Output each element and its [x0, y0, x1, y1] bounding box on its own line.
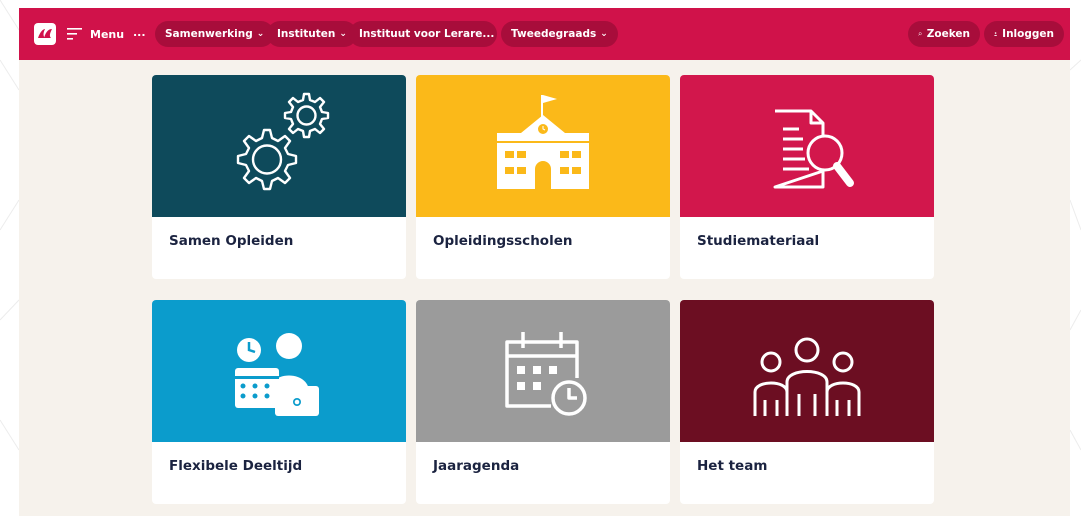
- tile-label: Het team: [697, 458, 768, 474]
- tile-image: [680, 75, 934, 217]
- breadcrumb-label: Tweedegraads: [511, 28, 597, 40]
- breadcrumb-samenwerking[interactable]: Samenwerking ⌄: [155, 21, 275, 47]
- tile-label: Flexibele Deeltijd: [169, 458, 303, 474]
- calendar-clock-icon: [505, 332, 587, 416]
- tile-label: Jaaragenda: [433, 458, 520, 474]
- tile-image: [680, 300, 934, 442]
- tile-het-team[interactable]: Het team: [680, 300, 934, 504]
- search-icon: [918, 32, 922, 36]
- breadcrumb-label: Samenwerking: [165, 28, 253, 40]
- tile-image: [416, 75, 670, 217]
- school-building-icon: [497, 95, 589, 189]
- user-icon: [994, 32, 998, 36]
- tile-image: [416, 300, 670, 442]
- login-button[interactable]: Inloggen: [984, 21, 1064, 47]
- breadcrumb-tweedegraads[interactable]: Tweedegraads ⌄: [501, 21, 618, 47]
- tile-label: Opleidingsscholen: [433, 233, 573, 249]
- tile-samen-opleiden[interactable]: Samen Opleiden: [152, 75, 406, 279]
- person-laptop-calendar-icon: [235, 333, 319, 416]
- breadcrumb-instituut-voor-leraren[interactable]: Instituut voor Lerare...⌄: [349, 21, 510, 47]
- document-search-icon: [773, 109, 854, 189]
- search-label: Zoeken: [926, 28, 970, 40]
- tile-label: Samen Opleiden: [169, 233, 294, 249]
- chevron-down-icon: ⌄: [600, 29, 608, 39]
- hamburger-icon: [67, 28, 82, 40]
- search-button[interactable]: Zoeken: [908, 21, 980, 47]
- tile-flexibele-deeltijd[interactable]: Flexibele Deeltijd: [152, 300, 406, 504]
- breadcrumb-label: Instituten: [277, 28, 336, 40]
- tile-image: [152, 75, 406, 217]
- menu-button[interactable]: Menu: [67, 21, 124, 47]
- tile-opleidingsscholen[interactable]: Opleidingsscholen: [416, 75, 670, 279]
- tile-label: Studiemateriaal: [697, 233, 820, 249]
- breadcrumb-label: Instituut voor Lerare...: [359, 28, 495, 40]
- site-logo[interactable]: [34, 23, 56, 45]
- chevron-down-icon: ⌄: [256, 29, 265, 39]
- chevron-down-icon: ⌄: [339, 29, 347, 39]
- team-people-icon: [753, 337, 861, 416]
- menu-label: Menu: [90, 27, 125, 41]
- breadcrumb-ellipsis[interactable]: ...: [133, 26, 146, 39]
- tile-image: [152, 300, 406, 442]
- gears-icon: [236, 92, 330, 191]
- breadcrumb-instituten[interactable]: Instituten ⌄: [267, 21, 357, 47]
- tile-studiemateriaal[interactable]: Studiemateriaal: [680, 75, 934, 279]
- login-label: Inloggen: [1002, 28, 1054, 40]
- top-navigation-bar: Menu ... Samenwerking ⌄ Instituten ⌄ Insti…: [19, 8, 1070, 60]
- tile-jaaragenda[interactable]: Jaaragenda: [416, 300, 670, 504]
